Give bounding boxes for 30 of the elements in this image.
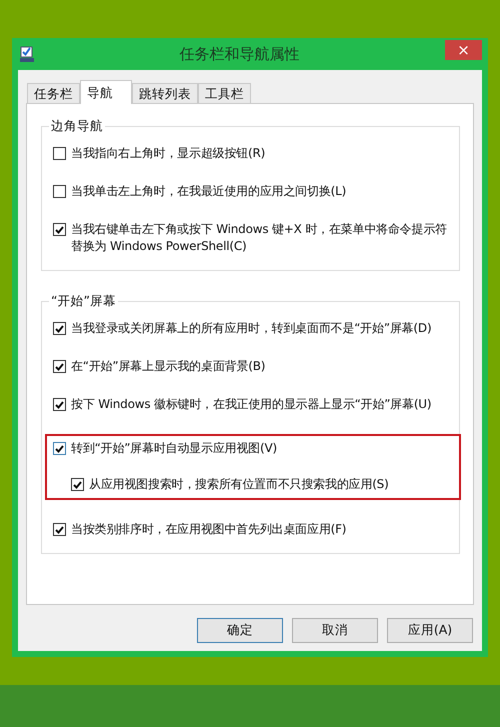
group-title: “开始”屏幕 xyxy=(50,293,117,310)
checkbox[interactable] xyxy=(53,398,66,411)
app-icon xyxy=(20,46,34,62)
checkbox[interactable] xyxy=(53,223,66,236)
dialog-button[interactable]: 确定 xyxy=(197,618,283,643)
checkbox-label[interactable]: 转到“开始”屏幕时自动显示应用视图(V) xyxy=(71,440,278,457)
checkbox-label[interactable]: 当我登录或关闭屏幕上的所有应用时，转到桌面而不是“开始”屏幕(D) xyxy=(71,320,432,337)
dialog-button[interactable]: 应用(A) xyxy=(387,618,473,643)
group-title: 边角导航 xyxy=(50,118,104,135)
checkbox-label[interactable]: 当我右键单击左下角或按下 Windows 键+X 时，在菜单中将命令提示符替换为 Windows PowerShell(C) xyxy=(71,221,453,255)
checkbox[interactable] xyxy=(53,185,66,198)
tab[interactable]: 工具栏 xyxy=(198,83,251,103)
checkbox[interactable] xyxy=(53,442,66,455)
checkbox[interactable] xyxy=(53,147,66,160)
window-title: 任务栏和导航属性 xyxy=(178,44,300,64)
checkbox-label[interactable]: 当我指向右上角时，显示超级按钮(R) xyxy=(71,145,266,162)
tab[interactable]: 跳转列表 xyxy=(132,83,198,103)
checkbox-label[interactable]: 从应用视图搜索时，搜索所有位置而不只搜索我的应用(S) xyxy=(89,476,389,493)
checkbox-label[interactable]: 按下 Windows 徽标键时，在我正使用的显示器上显示“开始”屏幕(U) xyxy=(71,396,432,413)
checkbox-label[interactable]: 当我单击左上角时，在我最近使用的应用之间切换(L) xyxy=(71,183,346,200)
close-button[interactable]: × xyxy=(445,40,482,60)
checkbox[interactable] xyxy=(53,523,66,536)
checkbox-label[interactable]: 当按类别排序时，在应用视图中首先列出桌面应用(F) xyxy=(71,521,346,538)
tab[interactable]: 任务栏 xyxy=(27,83,80,103)
checkbox[interactable] xyxy=(71,478,84,491)
checkbox[interactable] xyxy=(53,322,66,335)
tab[interactable]: 导航 xyxy=(80,80,132,104)
checkbox-label[interactable]: 在“开始”屏幕上显示我的桌面背景(B) xyxy=(71,358,266,375)
checkbox[interactable] xyxy=(53,360,66,373)
dialog-button[interactable]: 取消 xyxy=(292,618,378,643)
